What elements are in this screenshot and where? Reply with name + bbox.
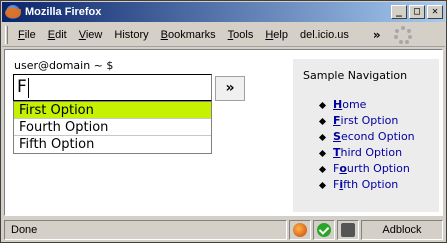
toolbar-grip[interactable]: [5, 25, 8, 44]
status-bar: Done Adblock: [2, 219, 445, 241]
autocomplete-list: First Option Fourth Option Fifth Option: [13, 101, 212, 154]
menu-file[interactable]: File: [12, 29, 42, 41]
throbber-icon: [393, 25, 413, 45]
bullet-icon: [318, 133, 327, 142]
nav-item-fourth-option[interactable]: Fourth Option: [318, 161, 415, 177]
menu-bar: File Edit View History Bookmarks Tools H…: [2, 23, 445, 47]
suggestion-item[interactable]: Fifth Option: [14, 136, 211, 153]
check-icon[interactable]: [313, 220, 335, 240]
nav-list: Home First Option Second Option Third Op…: [318, 97, 415, 193]
nav-item-first-option[interactable]: First Option: [318, 113, 415, 129]
bullet-icon: [318, 101, 327, 110]
menu-view[interactable]: View: [73, 29, 109, 41]
maximize-icon[interactable]: □: [409, 5, 425, 19]
nav-item-second-option[interactable]: Second Option: [318, 129, 415, 145]
nav-item-fifth-option[interactable]: Fifth Option: [318, 177, 415, 193]
bullet-icon: [318, 117, 327, 126]
page-content: user@domain ~ $ F » First Option Fourth …: [4, 49, 443, 216]
command-input-value: F: [17, 77, 27, 97]
firefox-icon[interactable]: [289, 220, 311, 240]
status-text: Done: [4, 220, 287, 240]
close-icon[interactable]: ✕: [427, 5, 443, 19]
title-bar: Mozilla Firefox _ □ ✕: [2, 2, 445, 22]
browser-window: Mozilla Firefox _ □ ✕ File Edit View His…: [0, 0, 447, 243]
menu-tools[interactable]: Tools: [222, 29, 260, 41]
nav-item-home[interactable]: Home: [318, 97, 415, 113]
suggestion-item[interactable]: Fourth Option: [14, 119, 211, 136]
minimize-icon[interactable]: _: [391, 5, 407, 19]
tool-icon[interactable]: [337, 220, 359, 240]
menu-history[interactable]: History: [108, 29, 154, 41]
prompt-label: user@domain ~ $: [14, 59, 114, 72]
text-caret: [28, 78, 29, 98]
bullet-icon: [318, 149, 327, 158]
firefox-logo-icon: [5, 4, 21, 20]
go-button[interactable]: »: [215, 76, 245, 101]
adblock-button[interactable]: Adblock: [361, 220, 443, 240]
window-title: Mozilla Firefox: [25, 6, 102, 18]
command-input[interactable]: F: [13, 74, 212, 101]
menu-overflow-chevron-icon[interactable]: »: [365, 28, 389, 42]
nav-title: Sample Navigation: [303, 69, 408, 82]
nav-item-third-option[interactable]: Third Option: [318, 145, 415, 161]
menu-bookmarks[interactable]: Bookmarks: [155, 29, 222, 41]
menu-delicious[interactable]: del.icio.us: [294, 29, 355, 41]
menu-help[interactable]: Help: [259, 29, 294, 41]
menu-edit[interactable]: Edit: [42, 29, 73, 41]
sample-navigation: Sample Navigation Home First Option Seco…: [293, 59, 439, 212]
suggestion-item[interactable]: First Option: [14, 102, 211, 119]
bullet-icon: [318, 165, 327, 174]
bullet-icon: [318, 181, 327, 190]
